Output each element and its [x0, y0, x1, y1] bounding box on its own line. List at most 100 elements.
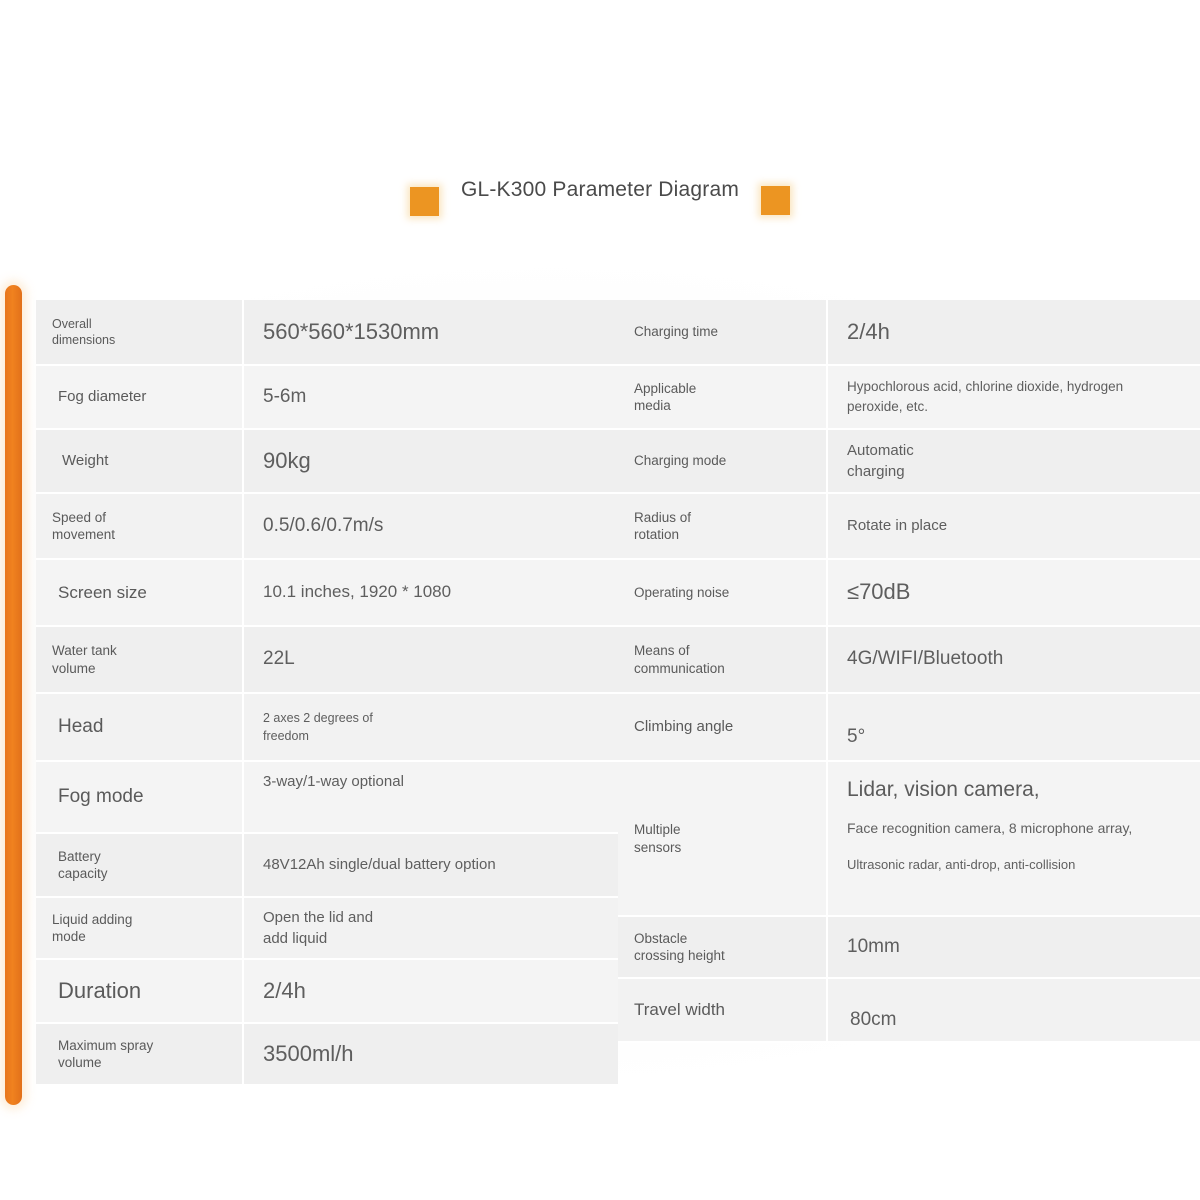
label-line: crossing height — [634, 948, 725, 963]
label-line: Overall — [52, 317, 92, 331]
row-label: Water tank volume — [36, 627, 244, 692]
row-label: Fog mode — [36, 762, 244, 832]
row-value: Open the lid and add liquid — [244, 898, 618, 958]
label-line: rotation — [634, 527, 680, 542]
value-line: Ultrasonic radar, anti-drop, anti-collis… — [847, 857, 1076, 873]
row-label: Head — [36, 694, 244, 760]
label-line: media — [634, 398, 671, 413]
row-label: Radius of rotation — [618, 494, 828, 558]
row-label: Travel width — [618, 979, 828, 1041]
row-value: 0.5/0.6/0.7m/s — [263, 514, 384, 536]
row-value: 80cm — [850, 1009, 897, 1031]
value-line: Hypochlorous acid, chlorine dioxide, hyd… — [847, 379, 1124, 395]
label-line: Weight — [62, 452, 109, 470]
row-label: Screen size — [36, 560, 244, 625]
row-value: 2 axes 2 degrees of freedom — [244, 694, 618, 760]
row-label: Charging mode — [618, 430, 828, 492]
label-line: Fog mode — [58, 785, 144, 807]
label-line: Charging mode — [634, 453, 727, 469]
row-value: Rotate in place — [847, 517, 948, 535]
value-line: Open the lid and — [263, 908, 374, 926]
value-line: Lidar, vision camera, — [847, 778, 1040, 801]
table-row: Travel width 80cm — [618, 979, 1200, 1043]
table-row: Fog diameter 5-6m — [36, 366, 618, 430]
row-label: Overall dimensions — [36, 300, 244, 364]
orange-square-right-icon — [761, 185, 791, 215]
value-line: Automatic — [847, 441, 914, 459]
value-line: peroxide, etc. — [847, 399, 929, 414]
table-row: Applicable media Hypochlorous acid, chlo… — [618, 366, 1200, 430]
label-line: Fog diameter — [58, 388, 147, 406]
spec-table: Overall dimensions 560*560*1530mm Fog di… — [36, 300, 1200, 1086]
row-value: 90kg — [263, 447, 311, 473]
label-line: communication — [634, 660, 725, 676]
row-value: Lidar, vision camera, Face recognition c… — [828, 762, 1200, 915]
label-line: mode — [52, 929, 86, 944]
row-value: 10.1 inches, 1920 * 1080 — [263, 582, 452, 602]
table-row: Liquid adding mode Open the lid and add … — [36, 898, 618, 960]
row-value: 48V12Ah single/dual battery option — [263, 856, 496, 874]
label-line: capacity — [58, 866, 108, 881]
table-row: Battery capacity 48V12Ah single/dual bat… — [36, 834, 618, 898]
row-value: ≤70dB — [847, 579, 911, 605]
row-value: 10mm — [847, 935, 900, 957]
label-line: Travel width — [634, 1000, 726, 1020]
label-line: Means of — [634, 643, 690, 659]
label-line: Climbing angle — [634, 718, 734, 736]
row-value: 3-way/1-way optional — [263, 773, 404, 790]
value-line: 2 axes 2 degrees of — [263, 710, 373, 725]
orange-accent-bar — [5, 285, 22, 1105]
table-row: Weight 90kg — [36, 430, 618, 494]
row-label: Maximum spray volume — [36, 1024, 244, 1084]
table-row: Means of communication 4G/WIFI/Bluetooth — [618, 627, 1200, 694]
label-line: Liquid adding — [52, 911, 133, 927]
value-line: freedom — [263, 729, 309, 743]
table-row: Operating noise ≤70dB — [618, 560, 1200, 627]
table-row: Head 2 axes 2 degrees of freedom — [36, 694, 618, 762]
label-line: Speed of — [52, 509, 107, 525]
row-value: 22L — [263, 648, 295, 670]
row-label: Duration — [36, 960, 244, 1022]
row-value: Hypochlorous acid, chlorine dioxide, hyd… — [828, 366, 1200, 428]
label-line: volume — [58, 1055, 102, 1070]
table-row: Charging mode Automatic charging — [618, 430, 1200, 494]
page-title: GL-K300 Parameter Diagram — [460, 178, 740, 201]
orange-square-left-icon — [409, 186, 439, 216]
label-line: Head — [58, 715, 104, 737]
row-label: Climbing angle — [618, 694, 828, 760]
value-line: Face recognition camera, 8 microphone ar… — [847, 820, 1133, 837]
spec-column-left: Overall dimensions 560*560*1530mm Fog di… — [36, 300, 618, 1086]
label-line: movement — [52, 527, 116, 542]
row-label: Fog diameter — [36, 366, 244, 428]
table-row: Obstacle crossing height 10mm — [618, 917, 1200, 979]
row-value: Automatic charging — [828, 430, 1200, 492]
row-label: Speed of movement — [36, 494, 244, 558]
label-line: Water tank — [52, 643, 117, 659]
row-value: 3500ml/h — [263, 1040, 354, 1066]
label-line: Applicable — [634, 380, 697, 396]
label-line: Radius of — [634, 509, 692, 525]
row-label: Operating noise — [618, 560, 828, 625]
row-value: 5-6m — [263, 385, 307, 407]
row-label: Liquid adding mode — [36, 898, 244, 958]
row-value: 5° — [847, 726, 866, 748]
row-label: Means of communication — [618, 627, 828, 692]
label-line: Operating noise — [634, 584, 730, 600]
label-line: Charging time — [634, 324, 719, 340]
row-value: 2/4h — [263, 977, 306, 1003]
table-row: Water tank volume 22L — [36, 627, 618, 694]
table-row: Radius of rotation Rotate in place — [618, 494, 1200, 560]
row-value: 2/4h — [847, 318, 890, 344]
page-title-bar: GL-K300 Parameter Diagram — [0, 168, 1200, 218]
label-line: sensors — [634, 839, 682, 855]
label-line: Duration — [58, 977, 142, 1003]
table-row: Charging time 2/4h — [618, 300, 1200, 366]
row-label: Charging time — [618, 300, 828, 364]
row-label: Weight — [36, 430, 244, 492]
table-row: Climbing angle 5° — [618, 694, 1200, 762]
row-value: 560*560*1530mm — [263, 318, 440, 344]
row-label: Applicable media — [618, 366, 828, 428]
row-label: Battery capacity — [36, 834, 244, 896]
table-row: Fog mode 3-way/1-way optional — [36, 762, 618, 834]
spec-column-right: Charging time 2/4h Applicable media Hypo… — [618, 300, 1200, 1043]
